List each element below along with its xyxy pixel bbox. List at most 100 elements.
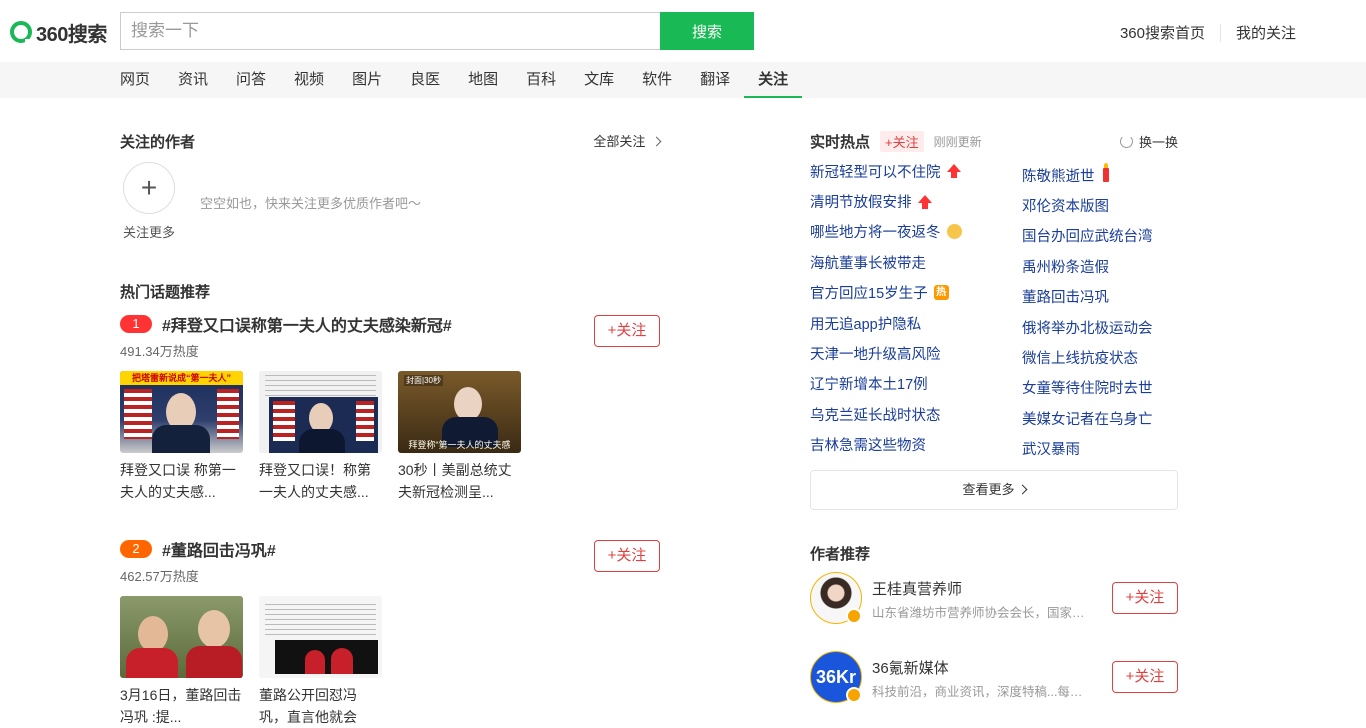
tab-video[interactable]: 视频: [280, 62, 338, 98]
flag-image: [273, 401, 295, 441]
view-more-button[interactable]: 查看更多: [810, 470, 1178, 510]
logo-text: 360搜索: [36, 23, 107, 46]
tab-translate[interactable]: 翻译: [686, 62, 744, 98]
caption-line: 夫人的丈夫感...: [120, 484, 216, 500]
topic-name[interactable]: #拜登又口误称第一夫人的丈夫感染新冠#: [162, 312, 452, 336]
person-image: [126, 648, 178, 678]
hot-list-item[interactable]: 天津一地升级高风险: [810, 338, 990, 368]
author-desc: 科技前沿，商业资讯，深度特稿...每一天: [872, 685, 1092, 699]
refresh-icon: [1119, 135, 1133, 148]
tab-news[interactable]: 资讯: [164, 62, 222, 98]
hot-list-item[interactable]: 吉林急需这些物资: [810, 430, 990, 460]
news-card[interactable]: 把塔雷新说成“第一夫人” 拜登又口误 称第一 夫人的丈夫感...: [120, 371, 243, 503]
tab-follow[interactable]: 关注: [744, 62, 803, 98]
rising-arrow-icon: [917, 194, 932, 209]
follow-author-button[interactable]: +关注: [1112, 661, 1178, 693]
hot-list-item[interactable]: 邓伦资本版图: [1022, 190, 1202, 220]
hot-list-item[interactable]: 美媒女记者在乌身亡: [1022, 403, 1202, 433]
hot-list-item[interactable]: 董路回击冯巩: [1022, 282, 1202, 312]
tab-qa[interactable]: 问答: [222, 62, 280, 98]
news-caption: 3月16日，董路回击 冯巩 :提...: [120, 684, 243, 728]
my-follow-link[interactable]: 我的关注: [1236, 22, 1296, 43]
news-card[interactable]: 拜登又口误！称第 一夫人的丈夫感...: [259, 371, 382, 503]
caption-line: 3月16日，董路回击: [120, 687, 242, 703]
all-follow-link[interactable]: 全部关注: [593, 131, 662, 150]
hot-list-item[interactable]: 哪些地方将一夜返冬: [810, 217, 990, 247]
plus-icon: +: [140, 172, 158, 203]
hot-item-text: 新冠轻型可以不住院: [810, 164, 941, 181]
hot-item-text: 吉林急需这些物资: [810, 438, 926, 455]
tab-images[interactable]: 图片: [338, 62, 396, 98]
author-card[interactable]: 36Kr 36氪新媒体 科技前沿，商业资讯，深度特稿...每一天 +关注: [810, 651, 1178, 703]
realtime-title: 实时热点: [810, 133, 871, 151]
refresh-label: 换一换: [1138, 135, 1178, 150]
realtime-header: 实时热点 +关注 刚刚更新 换一换: [810, 130, 1178, 152]
hot-item-text: 辽宁新增本土17例: [810, 377, 928, 394]
flag-image: [356, 401, 374, 441]
caption-line: 夫新冠检测呈...: [398, 484, 494, 500]
hot-list-item[interactable]: 乌克兰延长战时状态: [810, 399, 990, 429]
caption-line: 30秒丨美副总统丈: [398, 462, 512, 478]
all-follow-label: 全部关注: [593, 134, 646, 149]
refresh-button[interactable]: 换一换: [1119, 132, 1178, 151]
hot-list-item[interactable]: 禹州粉条造假: [1022, 251, 1202, 281]
person-image: [299, 429, 345, 453]
author-name[interactable]: 36氪新媒体: [872, 657, 949, 678]
person-image: [454, 387, 482, 421]
hot-list-item[interactable]: 新冠轻型可以不住院: [810, 156, 990, 186]
person-image: [305, 650, 325, 674]
hot-list-column: 新冠轻型可以不住院清明节放假安排哪些地方将一夜返冬海航董事长被带走 官方回应15岁…: [810, 156, 990, 460]
author-name[interactable]: 王桂真营养师: [872, 578, 962, 599]
hot-list-item[interactable]: 俄将举办北极运动会: [1022, 312, 1202, 342]
hot-list-item[interactable]: 官方回应15岁生子热: [810, 278, 990, 308]
follow-more-label[interactable]: 关注更多: [123, 222, 175, 241]
hot-list-item[interactable]: 女童等待住院时去世: [1022, 373, 1202, 403]
news-thumbnail: [120, 596, 243, 678]
thumbnail-banner: 把塔雷新说成“第一夫人”: [120, 371, 243, 385]
source-tag: 封面|30秒: [404, 375, 443, 386]
search-input[interactable]: [120, 12, 661, 50]
hot-list-item[interactable]: 微信上线抗疫状态: [1022, 342, 1202, 372]
360-logo[interactable]: 360搜索: [10, 20, 107, 46]
hot-item-text: 哪些地方将一夜返冬: [810, 225, 941, 242]
news-card[interactable]: 封面|30秒 拜登称“第一夫人的丈夫感 30秒丨美副总统丈 夫新冠检测呈...: [398, 371, 521, 503]
news-card[interactable]: 董路公开回怼冯 巩，直言他就会: [259, 596, 382, 728]
tab-wenku[interactable]: 文库: [570, 62, 628, 98]
author-desc: 山东省潍坊市营养师协会会长，国家一级营养师: [872, 606, 1092, 620]
follow-topic-button[interactable]: +关注: [594, 540, 660, 572]
follow-realtime-button[interactable]: +关注: [880, 130, 924, 152]
tab-doctor[interactable]: 良医: [396, 62, 454, 98]
hot-list-item[interactable]: 辽宁新增本土17例: [810, 369, 990, 399]
follow-author-button[interactable]: +关注: [1112, 582, 1178, 614]
followed-authors-header: 关注的作者 全部关注: [120, 131, 662, 151]
author-card[interactable]: 王桂真营养师 山东省潍坊市营养师协会会长，国家一级营养师 +关注: [810, 572, 1178, 624]
tab-map[interactable]: 地图: [454, 62, 512, 98]
hot-list-item[interactable]: 武汉暴雨: [1022, 434, 1202, 464]
topic-name[interactable]: #董路回击冯巩#: [162, 537, 276, 561]
tab-baike[interactable]: 百科: [512, 62, 570, 98]
hot-item-text: 武汉暴雨: [1022, 442, 1080, 459]
hot-item-text: 陈敬熊逝世: [1022, 168, 1095, 185]
caption-line: 一夫人的丈夫感...: [259, 484, 369, 500]
news-thumbnail: [259, 371, 382, 453]
hot-badge-icon: 热: [933, 285, 949, 301]
news-card[interactable]: 3月16日，董路回击 冯巩 :提...: [120, 596, 243, 728]
topic-card: 1 #拜登又口误称第一夫人的丈夫感染新冠# 491.34万热度 +关注 把塔雷新…: [120, 313, 660, 503]
hot-item-text: 美媒女记者在乌身亡: [1022, 411, 1153, 428]
hot-list-item[interactable]: 海航董事长被带走: [810, 247, 990, 277]
home-link[interactable]: 360搜索首页: [1120, 22, 1205, 43]
topic-heat: 491.34万热度: [120, 344, 199, 359]
tab-web[interactable]: 网页: [120, 62, 164, 98]
hot-list-item[interactable]: 清明节放假安排: [810, 186, 990, 216]
tab-software[interactable]: 软件: [628, 62, 686, 98]
person-image: [198, 610, 230, 648]
hot-topics-title: 热门话题推荐: [120, 284, 211, 301]
candle-icon: [1102, 163, 1109, 183]
hot-list-item[interactable]: 用无追app护隐私: [810, 308, 990, 338]
add-author-button[interactable]: +: [123, 162, 175, 214]
hot-list-item[interactable]: 陈敬熊逝世: [1022, 160, 1202, 190]
hot-list-item[interactable]: 国台办回应武统台湾: [1022, 221, 1202, 251]
follow-topic-button[interactable]: +关注: [594, 315, 660, 347]
section-title: 关注的作者: [120, 134, 196, 151]
search-button[interactable]: 搜索: [660, 12, 754, 50]
